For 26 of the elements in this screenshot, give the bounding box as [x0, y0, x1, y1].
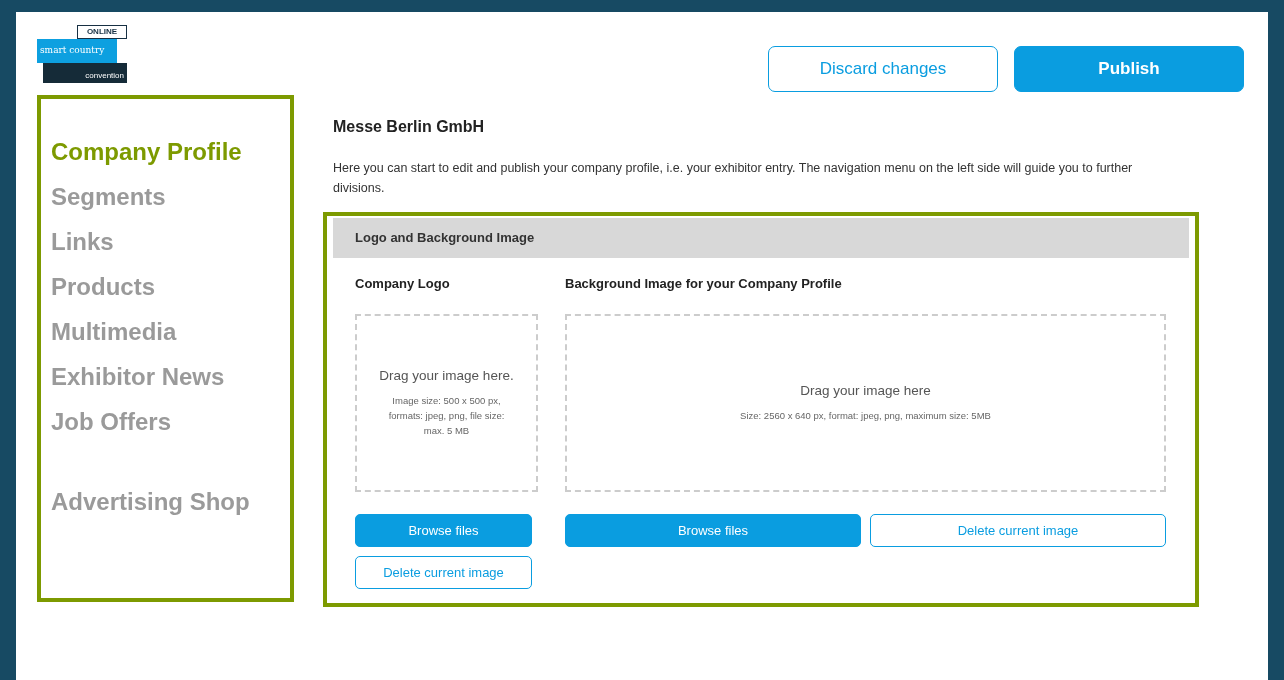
drop-text: Drag your image here. — [379, 368, 514, 383]
upload-title: Company Logo — [355, 276, 451, 293]
hint-text: Image size: 500 x 500 px, formats: jpeg, png, file size: max. 5 MB — [387, 394, 506, 438]
intro-text: Here you can start to edit and publish your company profile, i.e. your exhibitor entry. The navigation menu on the left side will guide you to further divisions. — [333, 160, 1134, 197]
sidebar-item[interactable]: Job Offers — [51, 405, 172, 438]
sidebar-item[interactable]: Segments — [51, 180, 166, 213]
discard-button[interactable]: Discard changes — [768, 46, 998, 92]
sidebar-item[interactable]: Exhibitor News — [51, 360, 225, 393]
browse-button[interactable]: Browse files — [565, 514, 861, 547]
sidebar-item[interactable]: Multimedia — [51, 315, 177, 348]
sidebar-item[interactable]: Company Profile — [51, 135, 242, 168]
drop-text: Drag your image here — [800, 383, 931, 398]
drop-zone[interactable]: Drag your image here Size: 2560 x 640 px, format: jpeg, png, maximum size: 5MB — [565, 314, 1166, 492]
delete-button[interactable]: Delete current image — [870, 514, 1166, 547]
sidebar-item[interactable]: Links — [51, 225, 114, 258]
sidebar-item[interactable]: Advertising Shop — [51, 485, 250, 518]
upload-title: Background Image for your Company Profile — [565, 276, 843, 293]
company-name: Messe Berlin GmbH — [333, 118, 486, 136]
section-header: Logo and Background Image — [333, 218, 1189, 258]
sidebar-item[interactable]: Products — [51, 270, 155, 303]
browse-button[interactable]: Browse files — [355, 514, 532, 547]
delete-button[interactable]: Delete current image — [355, 556, 532, 589]
drop-zone[interactable]: Drag your image here. Image size: 500 x 500 px, formats: jpeg, png, file size: max. 5 MB — [355, 314, 538, 492]
logo: ONLINE smart country convention — [37, 25, 127, 83]
publish-button[interactable]: Publish — [1014, 46, 1244, 92]
hint-text: Size: 2560 x 640 px, format: jpeg, png, maximum size: 5MB — [739, 409, 992, 423]
